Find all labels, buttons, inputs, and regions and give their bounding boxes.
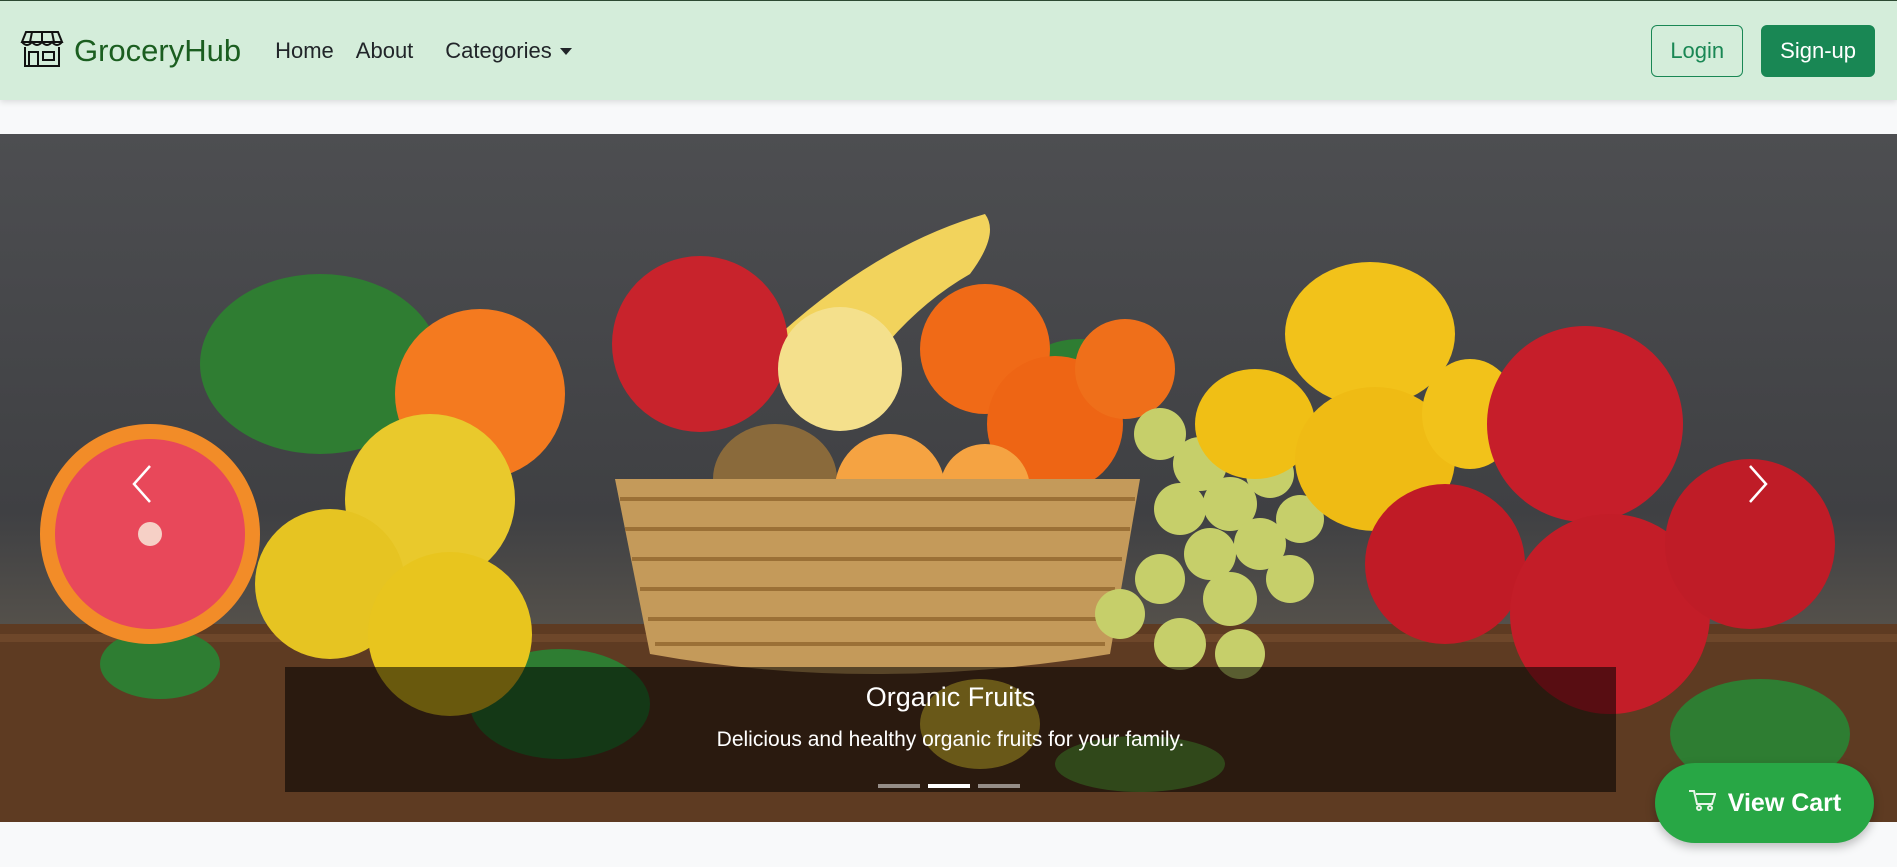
shop-icon — [20, 28, 64, 73]
chevron-right-icon — [1749, 465, 1768, 503]
nav-categories-label: Categories — [445, 37, 552, 63]
carousel-indicators — [0, 784, 1897, 788]
nav-about[interactable]: About — [356, 38, 414, 64]
carousel-next-button[interactable] — [1728, 444, 1788, 524]
auth-buttons: Login Sign-up — [1651, 24, 1877, 77]
hero-carousel: Organic Fruits Delicious and healthy org… — [0, 134, 1897, 822]
carousel-prev-button[interactable] — [112, 444, 172, 524]
caption-text: Delicious and healthy organic fruits for… — [716, 728, 1185, 751]
carousel-indicator-3[interactable] — [977, 784, 1020, 788]
carousel-caption: Organic Fruits Delicious and healthy org… — [285, 667, 1616, 792]
view-cart-button[interactable]: View Cart — [1655, 763, 1874, 843]
carousel-indicator-2[interactable] — [927, 784, 970, 788]
carousel-indicator-1[interactable] — [877, 784, 920, 788]
chevron-left-icon — [132, 465, 151, 503]
nav-categories-dropdown[interactable]: Categories — [445, 37, 572, 64]
login-button[interactable]: Login — [1651, 24, 1744, 77]
caret-down-icon — [559, 48, 572, 55]
cart-icon — [1688, 789, 1717, 818]
brand-name: GroceryHub — [74, 32, 242, 68]
navbar: GroceryHub Home About Categories Login S… — [0, 0, 1897, 100]
view-cart-label: View Cart — [1727, 788, 1842, 817]
caption-title: Organic Fruits — [865, 682, 1036, 712]
brand-link[interactable]: GroceryHub — [20, 28, 241, 73]
nav-home[interactable]: Home — [275, 38, 334, 64]
signup-button[interactable]: Sign-up — [1761, 24, 1875, 77]
